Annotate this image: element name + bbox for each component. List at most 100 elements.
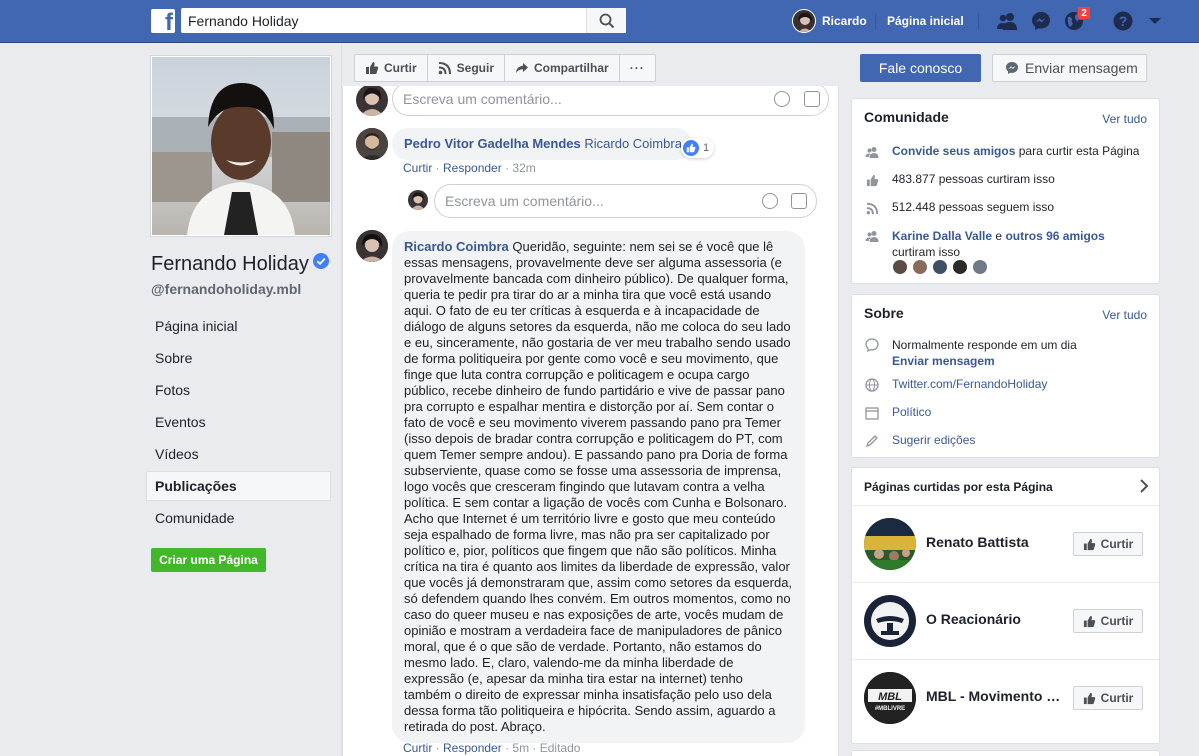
likes-count-text: 483.877 pessoas curtiram isso	[892, 172, 1055, 186]
pedro-avatar[interactable]	[356, 128, 388, 160]
chevron-right-icon[interactable]	[1139, 479, 1149, 496]
more-options-button[interactable]: ···	[620, 55, 655, 81]
contact-us-button[interactable]: Fale conosco	[860, 54, 981, 82]
friend-name-link[interactable]: Karine Dalla Valle	[892, 229, 992, 243]
top-navigation-bar: f Ricardo Página inicial 2 ?	[0, 0, 1199, 43]
facebook-logo-icon[interactable]: f	[151, 9, 175, 33]
sticker-icon[interactable]	[804, 91, 820, 107]
website-link[interactable]: Twitter.com/FernandoHoliday	[892, 377, 1047, 391]
comment-actions: Curtir · Responder · 5m · Editado	[403, 741, 581, 755]
user-avatar[interactable]	[792, 9, 816, 33]
follow-page-button[interactable]: Seguir	[428, 55, 506, 81]
comment-actions: Curtir · Responder · 32m	[403, 161, 536, 175]
search-icon	[599, 13, 614, 28]
comment-input-box[interactable]	[392, 86, 829, 116]
left-nav-photos[interactable]: Fotos	[146, 375, 331, 405]
page-title: Fernando Holiday	[151, 253, 329, 276]
search-button[interactable]	[586, 8, 626, 33]
like-reaction-icon	[683, 140, 699, 156]
help-icon[interactable]: ?	[1111, 10, 1135, 32]
invite-friends-link[interactable]: Convide seus amigos	[892, 144, 1015, 158]
messenger-icon[interactable]	[1029, 10, 1053, 32]
page-username[interactable]: @fernandoholiday.mbl	[151, 281, 301, 297]
dropdown-caret-icon[interactable]	[1143, 10, 1167, 32]
left-nav-events[interactable]: Eventos	[146, 407, 331, 437]
reaction-count-badge[interactable]: 1	[681, 138, 715, 158]
mentioned-user-link[interactable]: Ricardo Coimbra	[584, 136, 682, 151]
friend-avatar[interactable]	[912, 259, 928, 275]
svg-text:?: ?	[1119, 13, 1128, 29]
friend-avatar[interactable]	[972, 259, 988, 275]
comment-edited-label[interactable]: Editado	[540, 741, 581, 755]
liked-page-name[interactable]: Renato Battista	[926, 534, 1066, 550]
comment-like-link[interactable]: Curtir	[403, 741, 432, 755]
create-page-button[interactable]: Criar uma Página	[151, 548, 266, 572]
friend-avatar[interactable]	[892, 259, 908, 275]
like-page-button[interactable]: Curtir	[1073, 532, 1143, 556]
profile-portrait-image	[152, 83, 330, 235]
like-page-button[interactable]: Curtir	[1073, 686, 1143, 710]
left-nav-videos[interactable]: Vídeos	[146, 439, 331, 469]
liked-page-name[interactable]: O Reacionário	[926, 611, 1066, 627]
comment-timestamp[interactable]: 5m	[512, 741, 529, 755]
thumbs-up-icon	[365, 61, 379, 75]
share-page-button[interactable]: Compartilhar	[505, 55, 620, 81]
liked-page-item: MBL #MBLIVRE MBL - Movimento Brasil Livre…	[852, 659, 1159, 736]
like-button-label: Curtir	[1100, 691, 1134, 705]
comment-like-link[interactable]: Curtir	[403, 161, 432, 175]
next-card	[851, 750, 1160, 756]
emoji-icon[interactable]	[774, 91, 790, 107]
friend-avatar[interactable]	[932, 259, 948, 275]
comment-reply-link[interactable]: Responder	[443, 741, 502, 755]
comment-author-link[interactable]: Pedro Vitor Gadelha Mendes	[404, 136, 581, 151]
response-time-row: Normalmente responde em um dia Enviar men…	[864, 337, 1077, 369]
comment-bubble: Pedro Vitor Gadelha Mendes Ricardo Coimb…	[392, 128, 692, 160]
liked-page-avatar[interactable]	[864, 518, 916, 570]
like-page-button[interactable]: Curtir	[355, 55, 428, 81]
left-nav-about[interactable]: Sobre	[146, 343, 331, 373]
profile-link-username[interactable]: Ricardo	[822, 14, 867, 28]
left-nav-posts[interactable]: Publicações	[146, 471, 331, 501]
friends-and-text: e	[995, 229, 1003, 243]
send-message-link[interactable]: Enviar mensagem	[892, 354, 995, 368]
profile-photo[interactable]	[150, 55, 332, 237]
globe-icon	[864, 377, 880, 393]
like-page-button[interactable]: Curtir	[1073, 609, 1143, 633]
left-nav-community[interactable]: Comunidade	[146, 503, 331, 533]
thumbs-up-icon	[864, 172, 880, 188]
home-link[interactable]: Página inicial	[887, 14, 964, 28]
notification-count-badge: 2	[1077, 6, 1091, 20]
category-link[interactable]: Político	[892, 405, 931, 419]
friend-avatar[interactable]	[952, 259, 968, 275]
reply-input-box[interactable]	[434, 184, 817, 218]
community-see-all-link[interactable]: Ver tudo	[1102, 112, 1147, 126]
comment-input[interactable]	[403, 86, 703, 115]
liked-pages-title: Páginas curtidas por esta Página	[864, 480, 1053, 494]
sticker-icon[interactable]	[791, 193, 807, 209]
send-message-button[interactable]: Enviar mensagem	[992, 54, 1147, 82]
liked-page-name[interactable]: MBL - Movimento Brasil Livre	[926, 688, 1066, 704]
about-see-all-link[interactable]: Ver tudo	[1102, 308, 1147, 322]
page-name-text: Fernando Holiday	[151, 253, 309, 275]
comment-timestamp[interactable]: 32m	[512, 161, 535, 175]
emoji-icon[interactable]	[762, 193, 778, 209]
other-friends-link[interactable]: outros 96 amigos	[1005, 229, 1104, 243]
suggest-edits-link[interactable]: Sugerir edições	[892, 433, 975, 447]
liked-page-avatar[interactable]: MBL #MBLIVRE	[864, 672, 916, 724]
posts-feed: Pedro Vitor Gadelha Mendes Ricardo Coimb…	[342, 86, 839, 756]
friend-requests-icon[interactable]	[995, 10, 1019, 32]
comment-reply-link[interactable]: Responder	[443, 161, 502, 175]
thumbs-up-icon	[1083, 615, 1096, 628]
ricardo-avatar[interactable]	[356, 230, 388, 262]
category-row: Político	[864, 405, 931, 421]
left-nav-home[interactable]: Página inicial	[146, 311, 331, 341]
community-card: Comunidade Ver tudo Convide seus amigos …	[851, 98, 1160, 284]
friends-liked-text: curtiram isso	[892, 245, 961, 259]
reply-input[interactable]	[445, 185, 745, 217]
comment-author-link[interactable]: Ricardo Coimbra	[404, 239, 509, 254]
like-button-label: Curtir	[1100, 537, 1134, 551]
rss-feed-icon	[438, 61, 452, 75]
commenter-avatar[interactable]	[356, 86, 388, 116]
search-input[interactable]	[181, 8, 586, 33]
liked-page-avatar[interactable]	[864, 595, 916, 647]
